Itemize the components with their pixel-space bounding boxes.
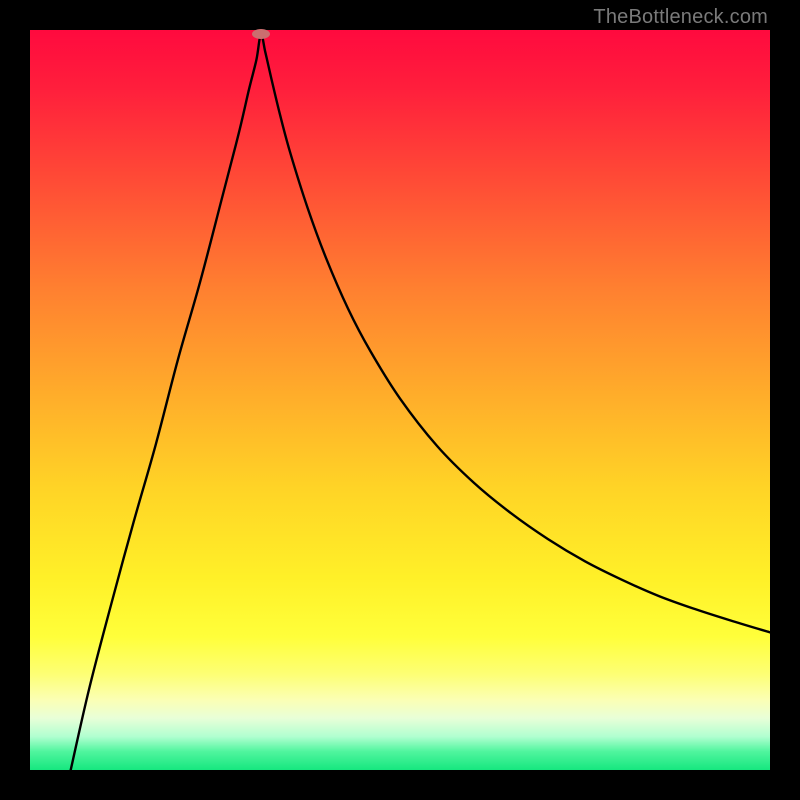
- chart-plot-area: [30, 30, 770, 770]
- watermark-text: TheBottleneck.com: [593, 6, 768, 29]
- chart-curve-line: [30, 30, 770, 770]
- chart-min-marker: [252, 29, 270, 39]
